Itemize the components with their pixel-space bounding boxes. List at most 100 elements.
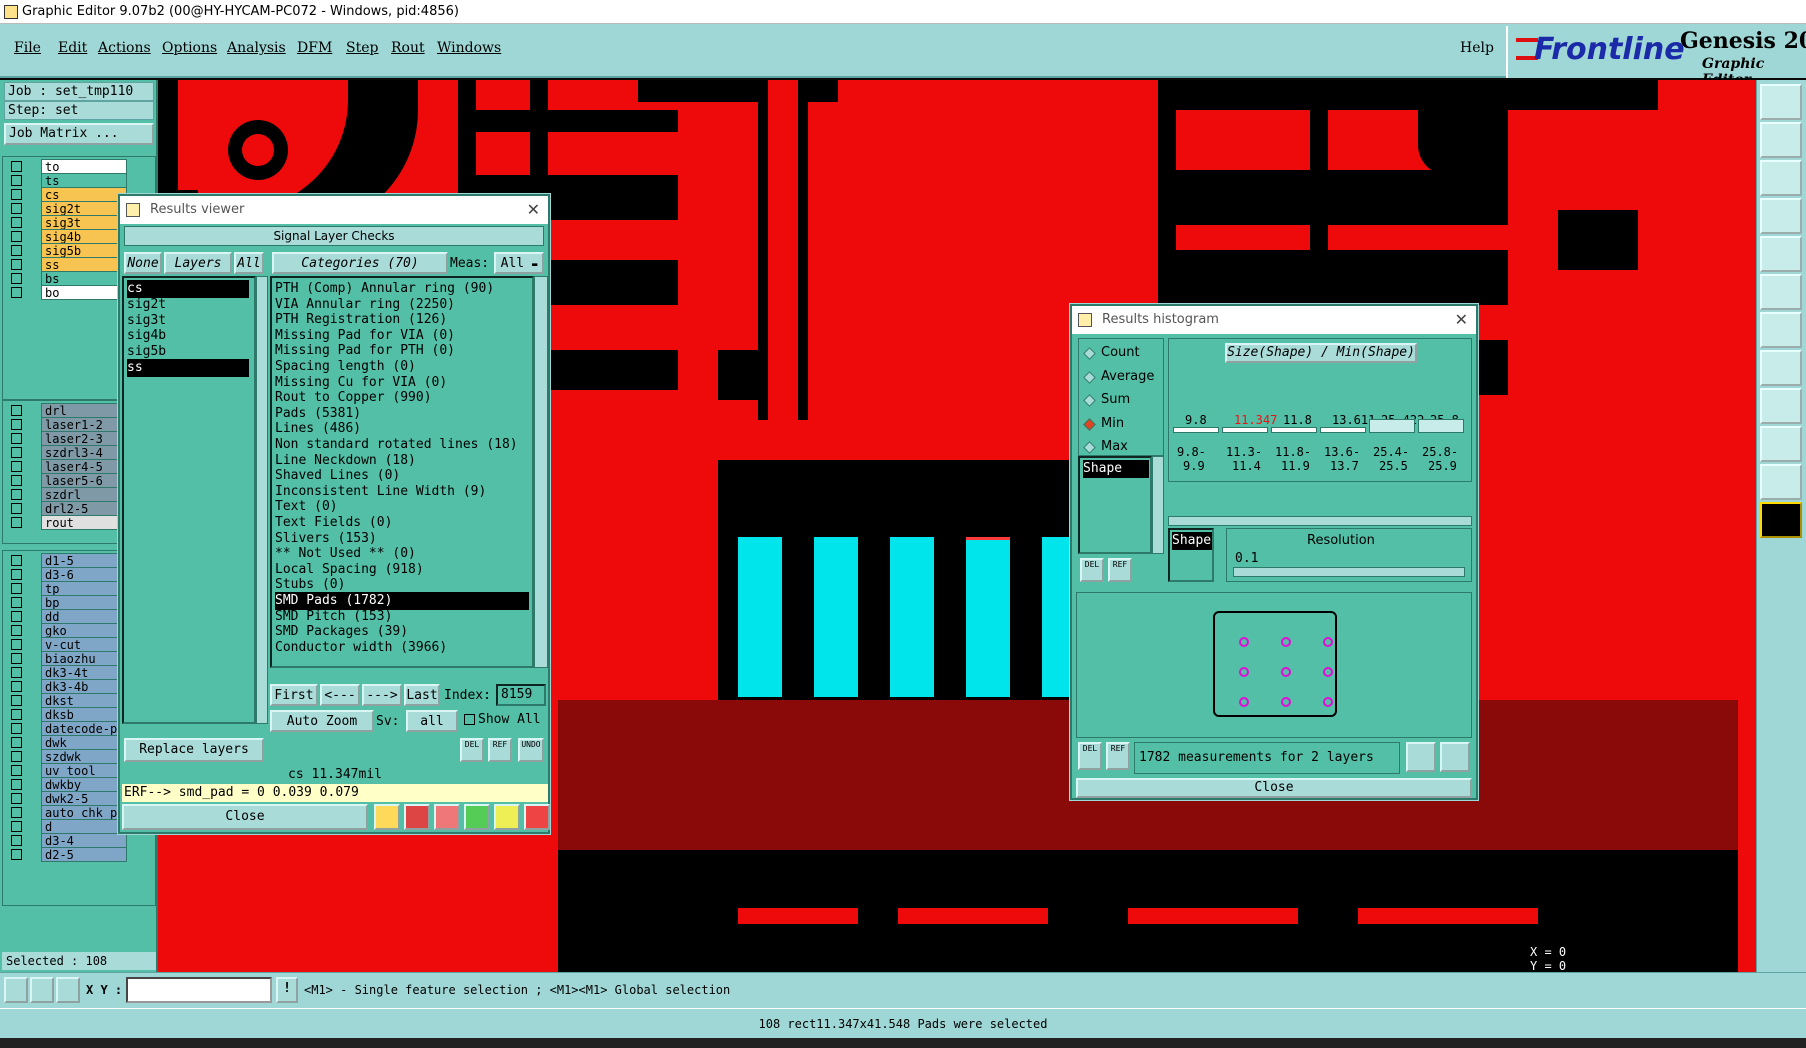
layer-checkbox[interactable] bbox=[11, 765, 22, 776]
shape-item[interactable]: Shape bbox=[1083, 460, 1149, 478]
layer-checkbox[interactable] bbox=[11, 751, 22, 762]
layer-checkbox[interactable] bbox=[11, 695, 22, 706]
layer-checkbox[interactable] bbox=[11, 821, 22, 832]
layer-row[interactable]: ts bbox=[5, 173, 155, 188]
layer-row[interactable]: d3-4 bbox=[5, 833, 155, 848]
layer-checkbox[interactable] bbox=[11, 639, 22, 650]
mode-option[interactable]: Sum bbox=[1083, 392, 1163, 410]
index-input[interactable]: 8159 bbox=[496, 684, 546, 706]
layer-checkbox[interactable] bbox=[11, 793, 22, 804]
layer-checkbox[interactable] bbox=[11, 475, 22, 486]
histogram-bar[interactable] bbox=[1173, 427, 1219, 433]
auto-zoom-dropdown[interactable]: Auto Zoom bbox=[270, 710, 374, 732]
menu-help[interactable]: Help bbox=[1460, 40, 1494, 56]
layer-checkbox[interactable] bbox=[11, 517, 22, 528]
shape-list[interactable]: Shape bbox=[1078, 456, 1152, 554]
prev-button[interactable]: <--- bbox=[320, 684, 360, 706]
mode-option[interactable]: Average bbox=[1083, 369, 1163, 387]
tool-icon[interactable] bbox=[464, 804, 490, 830]
categories-list[interactable]: PTH (Comp) Annular ring (90) VIA Annular … bbox=[270, 276, 534, 668]
graph-button[interactable] bbox=[1440, 742, 1470, 772]
layer-checkbox[interactable] bbox=[11, 419, 22, 430]
menu-edit[interactable]: Edit bbox=[58, 40, 87, 56]
results-layer-list[interactable]: cs sig2t sig3t sig4b sig5b ss bbox=[122, 276, 256, 724]
layer-checkbox[interactable] bbox=[11, 709, 22, 720]
histogram-bar[interactable] bbox=[1369, 419, 1415, 433]
layer-checkbox[interactable] bbox=[11, 405, 22, 416]
menu-step[interactable]: Step bbox=[346, 40, 378, 56]
toolbar-button-icon[interactable] bbox=[1760, 160, 1802, 196]
tool-icon[interactable] bbox=[404, 804, 430, 830]
toolbar-button-icon[interactable] bbox=[1760, 426, 1802, 462]
layer-checkbox[interactable] bbox=[11, 287, 22, 298]
show-all-checkbox[interactable] bbox=[464, 714, 475, 725]
first-button[interactable]: First bbox=[270, 684, 318, 706]
layers-button[interactable]: Layers bbox=[164, 252, 232, 274]
layer-checkbox[interactable] bbox=[11, 231, 22, 242]
categories-scrollbar[interactable] bbox=[534, 276, 548, 668]
replace-layers-dropdown[interactable]: Replace layers bbox=[124, 738, 264, 762]
ref-button[interactable]: REF bbox=[1106, 742, 1130, 770]
smd-pad[interactable] bbox=[814, 537, 858, 697]
menu-file[interactable]: File bbox=[14, 40, 41, 56]
mode-option[interactable]: Count bbox=[1083, 345, 1163, 363]
layer-checkbox[interactable] bbox=[11, 447, 22, 458]
menu-analysis[interactable]: Analysis bbox=[227, 40, 286, 56]
info-icon[interactable]: ! bbox=[276, 977, 298, 1003]
measure-tool-icon[interactable] bbox=[30, 977, 54, 1003]
layer-checkbox[interactable] bbox=[11, 433, 22, 444]
layer-checkbox[interactable] bbox=[11, 667, 22, 678]
layer-list-scrollbar[interactable] bbox=[256, 276, 268, 724]
layer-checkbox[interactable] bbox=[11, 489, 22, 500]
resolution-shape-list[interactable]: Shape bbox=[1168, 528, 1214, 582]
toolbar-button-icon[interactable] bbox=[1760, 350, 1802, 386]
mode-option[interactable]: Min bbox=[1083, 416, 1163, 434]
layer-checkbox[interactable] bbox=[11, 611, 22, 622]
layer-checkbox[interactable] bbox=[11, 259, 22, 270]
del-button[interactable]: DEL bbox=[460, 738, 484, 762]
layer-checkbox[interactable] bbox=[11, 779, 22, 790]
layer-checkbox[interactable] bbox=[11, 161, 22, 172]
sv-dropdown[interactable]: all bbox=[406, 710, 458, 732]
mode-option[interactable]: Max bbox=[1083, 439, 1163, 457]
layer-checkbox[interactable] bbox=[11, 189, 22, 200]
layer-row[interactable]: d2-5 bbox=[5, 847, 155, 862]
graph-button[interactable] bbox=[1406, 742, 1436, 772]
menu-actions[interactable]: Actions bbox=[98, 40, 151, 56]
layer-checkbox[interactable] bbox=[11, 175, 22, 186]
layer-checkbox[interactable] bbox=[11, 583, 22, 594]
toolbar-button-icon[interactable] bbox=[1760, 236, 1802, 272]
del-button[interactable]: DEL bbox=[1078, 742, 1102, 770]
category-item[interactable]: Conductor width (3966) bbox=[275, 639, 529, 657]
xy-input[interactable] bbox=[126, 977, 272, 1003]
zoom-tool-icon[interactable] bbox=[4, 977, 28, 1003]
histogram-bar[interactable] bbox=[1271, 427, 1317, 433]
tool-icon[interactable] bbox=[434, 804, 460, 830]
layer-checkbox[interactable] bbox=[11, 807, 22, 818]
histogram-scrollbar[interactable] bbox=[1168, 516, 1472, 526]
layer-checkbox[interactable] bbox=[11, 273, 22, 284]
categories-button[interactable]: Categories (70) bbox=[272, 252, 448, 274]
close-icon[interactable]: ✕ bbox=[527, 196, 540, 224]
menu-dfm[interactable]: DFM bbox=[297, 40, 332, 56]
toolbar-button-icon[interactable] bbox=[1760, 312, 1802, 348]
last-button[interactable]: Last bbox=[404, 684, 440, 706]
layer-checkbox[interactable] bbox=[11, 461, 22, 472]
none-button[interactable]: None bbox=[124, 252, 162, 274]
layer-checkbox[interactable] bbox=[11, 849, 22, 860]
histogram-bar[interactable] bbox=[1320, 427, 1366, 433]
undo-button[interactable]: UNDO bbox=[518, 738, 544, 762]
histogram-icon[interactable] bbox=[524, 804, 550, 830]
close-button[interactable]: Close bbox=[122, 804, 368, 830]
toolbar-button-icon[interactable] bbox=[1760, 274, 1802, 310]
toolbar-button-icon[interactable] bbox=[1760, 502, 1802, 538]
layer-checkbox[interactable] bbox=[11, 203, 22, 214]
close-icon[interactable]: ✕ bbox=[1455, 306, 1468, 334]
resolution-slider[interactable] bbox=[1233, 567, 1465, 577]
layer-checkbox[interactable] bbox=[11, 217, 22, 228]
layer-checkbox[interactable] bbox=[11, 653, 22, 664]
close-button[interactable]: Close bbox=[1076, 778, 1472, 798]
layer-checkbox[interactable] bbox=[11, 723, 22, 734]
histogram-bar[interactable] bbox=[1222, 427, 1268, 433]
layer-checkbox[interactable] bbox=[11, 503, 22, 514]
